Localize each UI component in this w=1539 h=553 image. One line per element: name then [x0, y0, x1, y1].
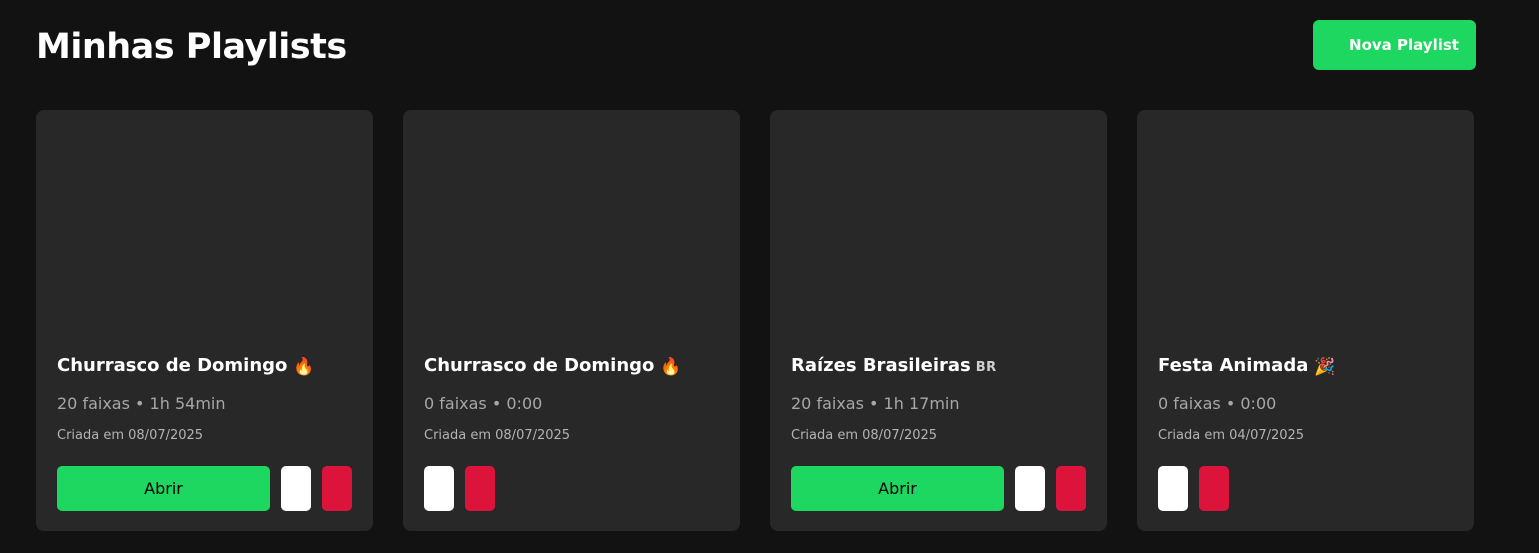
playlist-meta: 20 faixas • 1h 54min: [57, 394, 226, 413]
page-title: Minhas Playlists: [36, 27, 347, 67]
playlist-title: Festa Animada 🎉: [1158, 355, 1336, 377]
playlist-title: Churrasco de Domingo 🔥: [424, 355, 682, 377]
playlist-cover[interactable]: [770, 110, 1107, 335]
playlist-name: Churrasco de Domingo: [424, 355, 655, 376]
playlist-actions: [424, 466, 495, 511]
open-playlist-button[interactable]: Abrir: [791, 466, 1004, 511]
party-popper-emoji: 🎉: [1314, 357, 1336, 377]
playlist-name: Churrasco de Domingo: [57, 355, 288, 376]
playlist-title: Churrasco de Domingo 🔥: [57, 355, 315, 377]
playlist-meta: 0 faixas • 0:00: [424, 394, 543, 413]
edit-playlist-button[interactable]: [281, 466, 311, 511]
playlist-created-date: Criada em 08/07/2025: [791, 428, 938, 443]
playlist-grid: Churrasco de Domingo 🔥 20 faixas • 1h 54m…: [36, 110, 1474, 531]
delete-playlist-button[interactable]: [322, 466, 352, 511]
playlist-created-date: Criada em 04/07/2025: [1158, 428, 1305, 443]
edit-playlist-button[interactable]: [1015, 466, 1045, 511]
playlist-cover[interactable]: [403, 110, 740, 335]
playlist-cover[interactable]: [1137, 110, 1474, 335]
open-playlist-button[interactable]: Abrir: [57, 466, 270, 511]
fire-emoji: 🔥: [660, 357, 682, 377]
delete-playlist-button[interactable]: [1056, 466, 1086, 511]
brazil-flag-emoji: BR: [975, 360, 997, 375]
edit-playlist-button[interactable]: [424, 466, 454, 511]
new-playlist-button[interactable]: Nova Playlist: [1313, 20, 1476, 70]
playlist-card[interactable]: Churrasco de Domingo 🔥 0 faixas • 0:00 Cr…: [403, 110, 740, 531]
edit-playlist-button[interactable]: [1158, 466, 1188, 511]
playlist-cover[interactable]: [36, 110, 373, 335]
playlist-actions: Abrir: [57, 466, 352, 511]
playlist-meta: 0 faixas • 0:00: [1158, 394, 1277, 413]
playlist-card[interactable]: Festa Animada 🎉 0 faixas • 0:00 Criada em…: [1137, 110, 1474, 531]
playlists-page: Minhas Playlists Nova Playlist Churrasco…: [0, 0, 1539, 553]
playlist-created-date: Criada em 08/07/2025: [57, 428, 204, 443]
delete-playlist-button[interactable]: [465, 466, 495, 511]
playlist-meta: 20 faixas • 1h 17min: [791, 394, 960, 413]
fire-emoji: 🔥: [293, 357, 315, 377]
playlist-title: Raízes Brasileiras BR: [791, 355, 997, 376]
playlist-card[interactable]: Raízes Brasileiras BR 20 faixas • 1h 17mi…: [770, 110, 1107, 531]
playlist-created-date: Criada em 08/07/2025: [424, 428, 571, 443]
playlist-name: Raízes Brasileiras: [791, 355, 971, 376]
playlist-name: Festa Animada: [1158, 355, 1309, 376]
playlist-actions: Abrir: [791, 466, 1086, 511]
playlist-actions: [1158, 466, 1229, 511]
playlist-card[interactable]: Churrasco de Domingo 🔥 20 faixas • 1h 54m…: [36, 110, 373, 531]
delete-playlist-button[interactable]: [1199, 466, 1229, 511]
